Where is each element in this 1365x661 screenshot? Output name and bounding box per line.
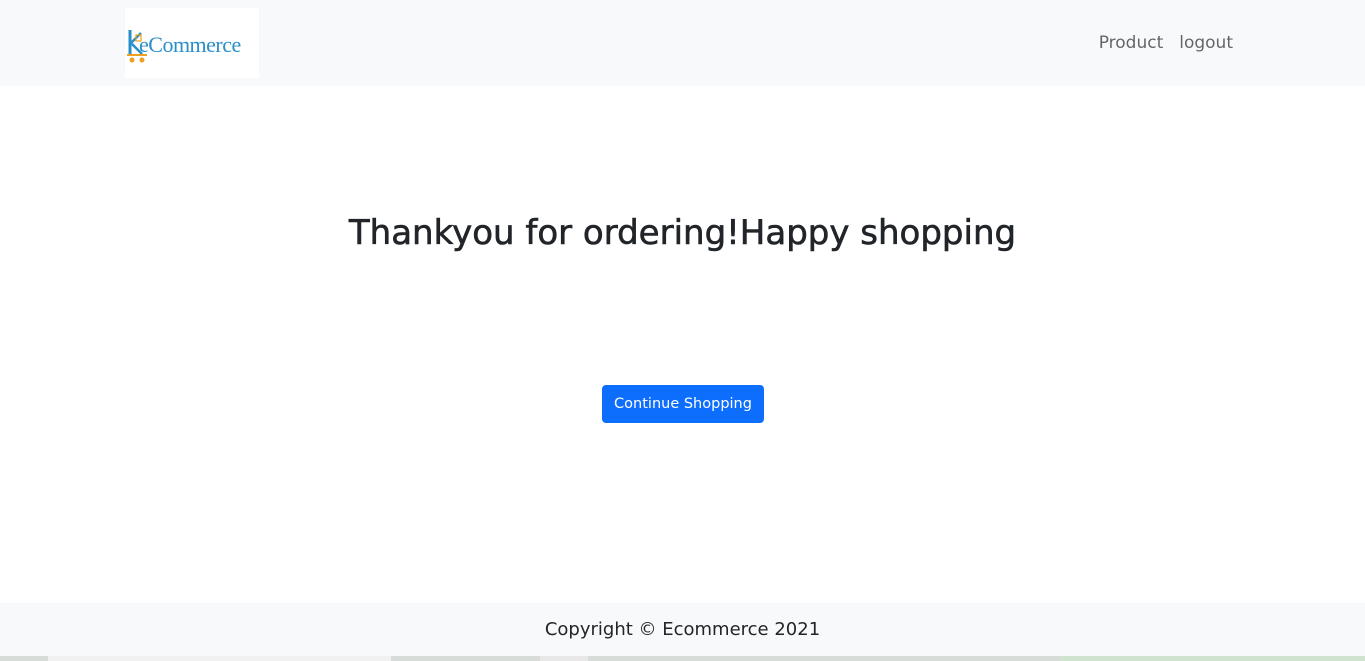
top-navbar: eCommerce Product logout — [0, 0, 1365, 86]
nav-link-product[interactable]: Product — [1099, 33, 1164, 53]
nav-links: Product logout — [1099, 33, 1233, 53]
scrollbar-segment — [48, 656, 391, 661]
brand-text: eCommerce — [139, 32, 241, 57]
footer: Copyright © Ecommerce 2021 — [0, 603, 1365, 656]
scrollbar-segment — [540, 656, 588, 661]
copyright-text: Copyright © Ecommerce 2021 — [544, 619, 821, 640]
scrollbar-segment — [1060, 656, 1365, 661]
thank-you-heading: Thankyou for ordering!Happy shopping — [348, 213, 1017, 254]
bottom-scrollbar-strip — [0, 656, 1365, 661]
brand-logo-link[interactable]: eCommerce — [125, 8, 259, 78]
continue-shopping-button[interactable]: Continue Shopping — [602, 385, 764, 423]
nav-link-logout[interactable]: logout — [1179, 33, 1233, 53]
